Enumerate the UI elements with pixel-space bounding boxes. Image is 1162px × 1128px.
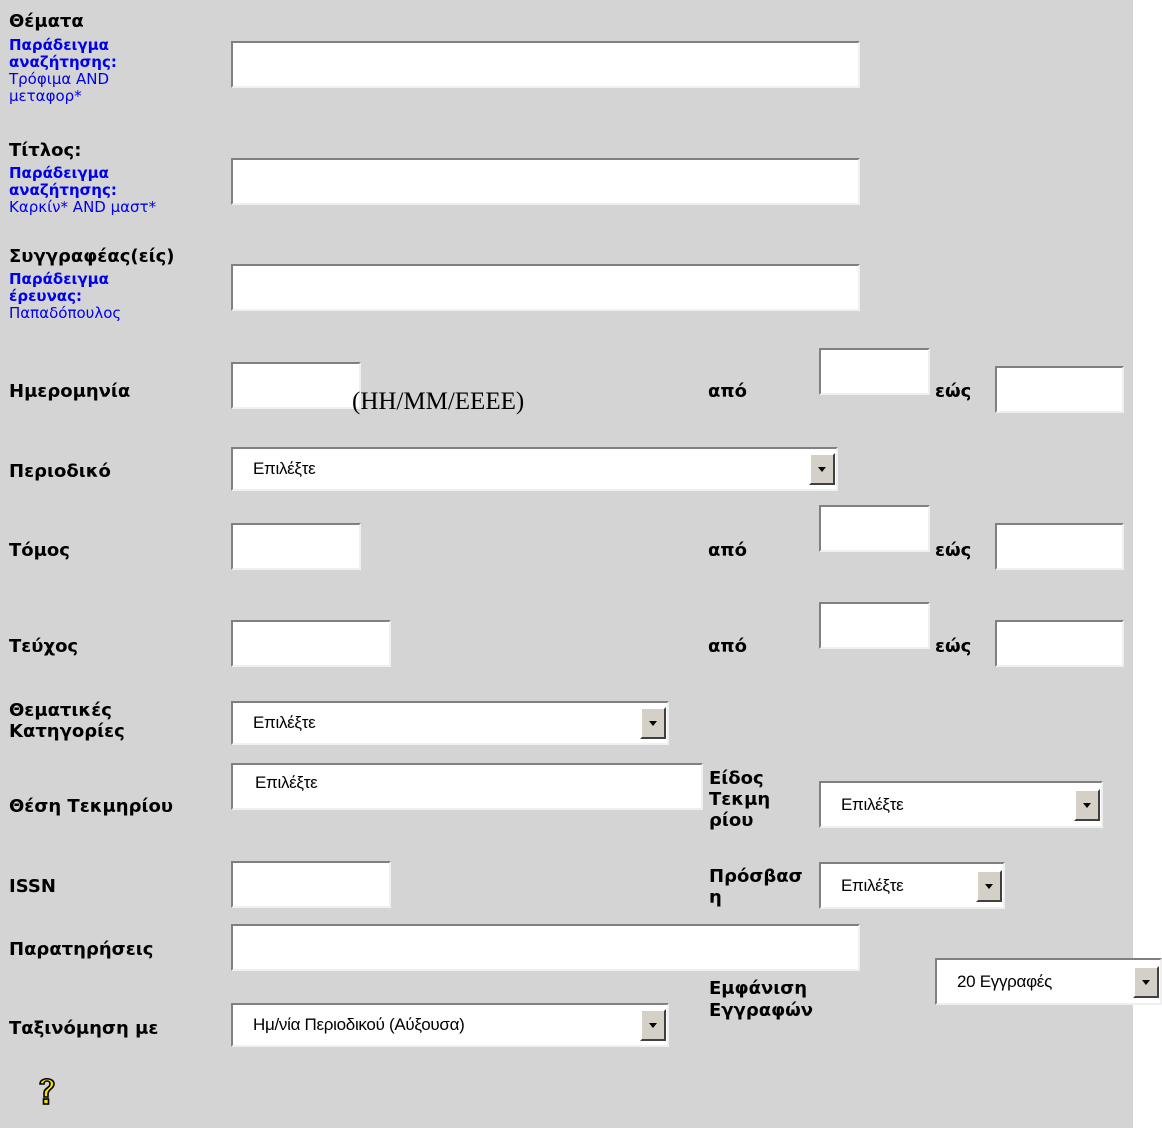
date-from-input[interactable] xyxy=(819,348,930,395)
subjects-example-text: Τρόφιμα AND μεταφορ* xyxy=(9,70,110,105)
journal-select[interactable]: Επιλέξτε xyxy=(231,447,838,491)
issn-label: ISSN xyxy=(9,876,56,897)
volume-from-label: από xyxy=(708,540,747,561)
subjects-input[interactable] xyxy=(231,41,860,88)
title-example-text: Καρκίν* AND μαστ* xyxy=(9,198,157,216)
volume-label: Τόμος xyxy=(9,540,70,561)
date-input[interactable] xyxy=(231,362,361,409)
chevron-down-icon[interactable] xyxy=(640,1009,666,1041)
access-selected: Επιλέξτε xyxy=(841,875,904,895)
item-type-selected: Επιλέξτε xyxy=(841,794,904,814)
categories-label: Θεματικές Κατηγορίες xyxy=(9,700,125,742)
date-label: Ημερομηνία xyxy=(9,381,131,402)
display-label: Εμφάνιση Εγγραφών xyxy=(709,978,814,1021)
chevron-down-icon[interactable] xyxy=(1133,965,1159,998)
authors-example-label: Παράδειγμα έρευνας: xyxy=(9,270,109,305)
item-type-label: Είδος Τεκμηρίου xyxy=(709,768,771,831)
location-label: Θέση Τεκμηρίου xyxy=(9,796,173,817)
issue-label: Τεύχος xyxy=(9,636,79,657)
volume-to-input[interactable] xyxy=(995,523,1124,570)
volume-from-input[interactable] xyxy=(819,505,930,552)
question-mark-icon[interactable] xyxy=(35,1074,59,1108)
volume-to-label: εώς xyxy=(935,540,972,561)
access-label: Πρόσβαση xyxy=(709,866,803,908)
title-example: Παράδειγμα αναζήτησης: Καρκίν* AND μαστ* xyxy=(9,165,159,216)
location-value: Επιλέξτε xyxy=(255,773,318,792)
sort-label: Ταξινόμηση με xyxy=(9,1018,159,1039)
notes-input[interactable] xyxy=(231,924,860,971)
issn-input[interactable] xyxy=(231,861,391,908)
authors-label: Συγγραφέας(είς) xyxy=(9,246,175,267)
journal-selected: Επιλέξτε xyxy=(253,459,316,478)
subjects-example: Παράδειγμα αναζήτησης: Τρόφιμα AND μεταφ… xyxy=(9,37,149,105)
date-from-label: από xyxy=(708,381,747,402)
access-select[interactable]: Επιλέξτε xyxy=(819,862,1005,909)
chevron-down-icon[interactable] xyxy=(1074,788,1100,821)
issue-to-input[interactable] xyxy=(995,620,1124,667)
title-label: Τίτλος: xyxy=(9,140,82,161)
authors-input[interactable] xyxy=(231,264,860,311)
categories-select[interactable]: Επιλέξτε xyxy=(231,701,669,745)
sort-selected: Ημ/νία Περιοδικού (Αύξουσα) xyxy=(253,1015,465,1034)
subjects-label: Θέματα xyxy=(9,11,84,32)
issue-to-label: εώς xyxy=(935,636,972,657)
date-to-input[interactable] xyxy=(995,366,1124,413)
volume-input[interactable] xyxy=(231,523,361,570)
chevron-down-icon[interactable] xyxy=(640,707,666,739)
item-type-select[interactable]: Επιλέξτε xyxy=(819,781,1103,828)
sort-select[interactable]: Ημ/νία Περιοδικού (Αύξουσα) xyxy=(231,1003,669,1047)
issue-from-input[interactable] xyxy=(819,602,930,649)
display-select[interactable]: 20 Εγγραφές xyxy=(935,958,1162,1005)
date-to-label: εώς xyxy=(935,381,972,402)
issue-from-label: από xyxy=(708,636,747,657)
chevron-down-icon[interactable] xyxy=(809,453,835,485)
issue-input[interactable] xyxy=(231,620,391,667)
authors-example-text: Παπαδόπουλος xyxy=(9,304,122,322)
display-selected: 20 Εγγραφές xyxy=(957,971,1052,991)
chevron-down-icon[interactable] xyxy=(976,869,1002,902)
title-input[interactable] xyxy=(231,158,860,205)
authors-example: Παράδειγμα έρευνας: Παπαδόπουλος xyxy=(9,271,149,322)
subjects-example-label: Παράδειγμα αναζήτησης: xyxy=(9,36,117,71)
journal-label: Περιοδικό xyxy=(9,461,111,482)
categories-selected: Επιλέξτε xyxy=(253,713,316,732)
title-example-label: Παράδειγμα αναζήτησης: xyxy=(9,164,117,199)
notes-label: Παρατηρήσεις xyxy=(9,939,154,960)
location-input[interactable]: Επιλέξτε xyxy=(231,763,703,810)
date-format-hint: (HH/MM/EEEE) xyxy=(352,388,525,415)
